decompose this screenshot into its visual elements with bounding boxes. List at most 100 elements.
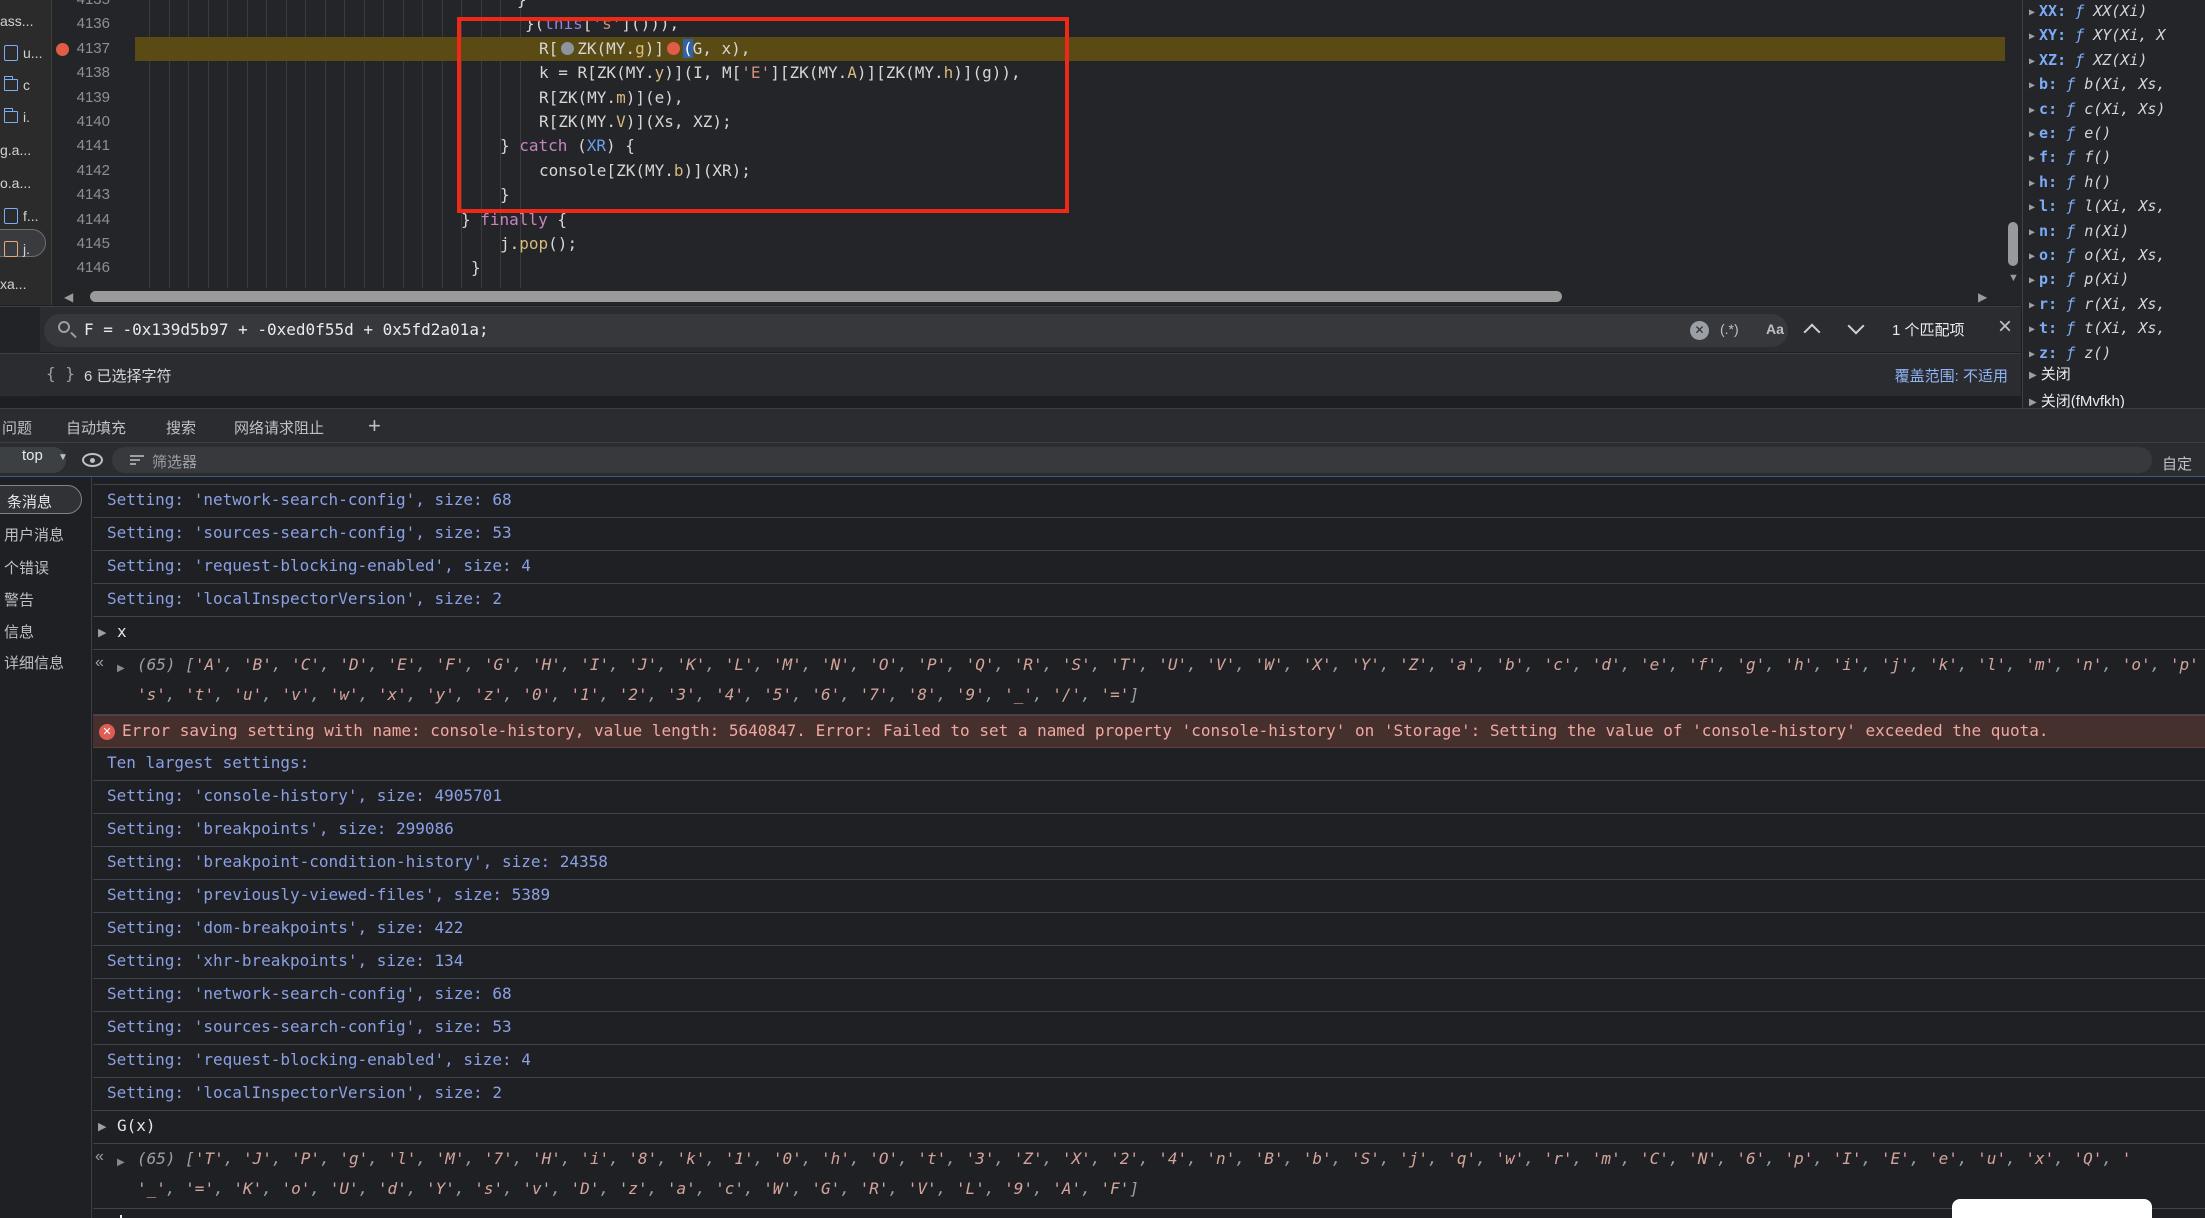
code-line[interactable]: j.pop();	[500, 232, 577, 256]
chevron-down-icon[interactable]: ▼	[58, 452, 68, 463]
file-nav-item[interactable]: f...	[4, 203, 39, 229]
source-editor[interactable]: ass...u...ci.g.a...o.a...f...j.xa... 413…	[0, 0, 2205, 305]
code-line[interactable]: } catch (XR) {	[500, 134, 635, 158]
scope-variable-row[interactable]: ▶r: ƒ r(Xi, Xs,	[2029, 295, 2205, 319]
vertical-scrollbar-thumb[interactable]	[2008, 222, 2018, 266]
console-message-row[interactable]: Setting: 'breakpoint-condition-history',…	[93, 847, 2205, 880]
chevron-right-icon[interactable]: ▶	[2029, 349, 2035, 360]
scroll-right-icon[interactable]: ▶	[1978, 290, 1987, 304]
console-panel[interactable]: 条消息 用户消息个错误警告信息详细信息 Setting: 'xhr-breakp…	[0, 477, 2205, 1218]
drawer-tab-问题[interactable]: 问题	[2, 417, 32, 438]
console-message-row[interactable]: «▶(65) ['A', 'B', 'C', 'D', 'E', 'F', 'G…	[93, 650, 2205, 715]
console-message-row[interactable]: ▶x	[93, 617, 2205, 650]
find-input[interactable]: F = -0x139d5b97 + -0xed0f55d + 0x5fd2a01…	[44, 314, 1788, 347]
scope-variable-row[interactable]: ▶p: ƒ p(Xi)	[2029, 270, 2205, 294]
chevron-right-icon[interactable]: ▶	[2029, 202, 2035, 213]
expand-triangle-icon[interactable]: ▶	[98, 626, 106, 639]
brackets-icon[interactable]: { }	[46, 364, 75, 383]
console-sidebar[interactable]: 条消息 用户消息个错误警告信息详细信息	[0, 477, 92, 1218]
preview-expand-icon[interactable]: ▶	[117, 1157, 125, 1168]
line-number[interactable]: 4136	[52, 12, 110, 36]
file-nav-item[interactable]: o.a...	[0, 170, 31, 196]
line-number[interactable]: 4145	[52, 232, 110, 256]
chevron-right-icon[interactable]: ▶	[2029, 80, 2035, 91]
vertical-scrollbar[interactable]: ▼	[2005, 0, 2021, 305]
expand-triangle-icon[interactable]: ▶	[98, 1120, 106, 1133]
preview-expand-icon[interactable]: ▶	[117, 663, 125, 674]
code-line[interactable]: }(this['s']())),	[525, 12, 679, 36]
chevron-right-icon[interactable]: ▶	[2029, 178, 2035, 189]
horizontal-scrollbar-thumb[interactable]	[90, 291, 1562, 302]
line-number[interactable]: 4144	[52, 208, 110, 232]
console-sidebar-item[interactable]: 个错误	[4, 557, 49, 578]
scope-variable-row[interactable]: ▶n: ƒ n(Xi)	[2029, 222, 2205, 246]
console-filter-input[interactable]: 筛选器	[112, 447, 2152, 473]
scope-variable-row[interactable]: ▶h: ƒ h()	[2029, 173, 2205, 197]
scroll-left-icon[interactable]: ◀	[64, 290, 73, 304]
line-number[interactable]: 4142	[52, 159, 110, 183]
console-sidebar-item-all-messages[interactable]: 条消息	[0, 485, 82, 514]
console-message-row[interactable]: ✕Error saving setting with name: console…	[93, 715, 2205, 748]
chevron-right-icon[interactable]: ▶	[2029, 105, 2035, 116]
console-message-row[interactable]: «▶(65) ['T', 'J', 'P', 'g', 'l', 'M', '7…	[93, 1144, 2205, 1209]
line-number[interactable]: 4141	[52, 134, 110, 158]
scope-pane[interactable]: ▶XX: ƒ XX(Xi)▶XY: ƒ XY(Xi, X▶XZ: ƒ XZ(Xi…	[2022, 0, 2205, 408]
file-nav-item[interactable]: c	[4, 72, 30, 98]
scope-variable-row[interactable]: ▶XX: ƒ XX(Xi)	[2029, 2, 2205, 26]
scroll-down-icon[interactable]: ▼	[2008, 272, 2019, 284]
chevron-right-icon[interactable]: ▶	[2029, 275, 2035, 286]
console-sidebar-item[interactable]: 用户消息	[4, 524, 64, 545]
clear-search-icon[interactable]: ✕	[1690, 321, 1709, 340]
drawer-tab-strip[interactable]: + 问题自动填充搜索网络请求阻止	[0, 408, 2205, 442]
chevron-right-icon[interactable]: ▶	[2029, 129, 2035, 140]
chevron-right-icon[interactable]: ▶	[2029, 300, 2035, 311]
console-message-row[interactable]: Setting: 'localInspectorVersion', size: …	[93, 1078, 2205, 1111]
file-nav-item[interactable]: xa...	[0, 271, 26, 297]
chevron-right-icon[interactable]: ▶	[2029, 153, 2035, 164]
inline-breakpoint-red-icon[interactable]	[667, 42, 680, 55]
console-message-row[interactable]: Setting: 'request-blocking-enabled', siz…	[93, 551, 2205, 584]
scope-variable-row[interactable]: ▶XY: ƒ XY(Xi, X	[2029, 26, 2205, 50]
drawer-tab-搜索[interactable]: 搜索	[166, 417, 196, 438]
match-case-toggle-button[interactable]: Aa	[1766, 321, 1784, 337]
code-line[interactable]: R[ZK(MY.V)](Xs, XZ);	[539, 110, 732, 134]
console-message-row[interactable]: Setting: 'previously-viewed-files', size…	[93, 880, 2205, 913]
chevron-right-icon[interactable]: ▶	[2029, 370, 2037, 381]
chevron-right-icon[interactable]: ▶	[2029, 227, 2035, 238]
scope-variable-row[interactable]: ▶o: ƒ o(Xi, Xs,	[2029, 246, 2205, 270]
custom-levels-dropdown[interactable]: 自定	[2162, 453, 2192, 474]
console-message-row[interactable]: Setting: 'breakpoints', size: 299086	[93, 814, 2205, 847]
code-area[interactable]: }}(this['s']())),R[ZK(MY.g)](G, x),k = R…	[135, 0, 2005, 305]
scope-variable-row[interactable]: ▶XZ: ƒ XZ(Xi)	[2029, 51, 2205, 75]
console-sidebar-item[interactable]: 详细信息	[4, 652, 64, 673]
scope-variable-row[interactable]: ▶c: ƒ c(Xi, Xs)	[2029, 100, 2205, 124]
console-message-row[interactable]: Setting: 'dom-breakpoints', size: 422	[93, 913, 2205, 946]
chevron-right-icon[interactable]: ▶	[2029, 324, 2035, 335]
file-navigator[interactable]: ass...u...ci.g.a...o.a...f...j.xa...	[0, 0, 52, 305]
find-query-text[interactable]: F = -0x139d5b97 + -0xed0f55d + 0x5fd2a01…	[84, 320, 489, 339]
console-sidebar-item[interactable]: 警告	[4, 589, 34, 610]
line-number[interactable]: 4138	[52, 61, 110, 85]
regex-toggle-button[interactable]: (.*)	[1720, 321, 1739, 337]
file-nav-item[interactable]: ass...	[0, 8, 33, 34]
console-message-row[interactable]: Ten largest settings:	[93, 748, 2205, 781]
console-message-row[interactable]: Setting: 'localInspectorVersion', size: …	[93, 584, 2205, 617]
line-number-gutter[interactable]: 4135413641374138413941404141414241434144…	[52, 0, 135, 305]
console-message-row[interactable]: Setting: 'network-search-config', size: …	[93, 485, 2205, 518]
scope-variable-row[interactable]: ▶e: ƒ e()	[2029, 124, 2205, 148]
breakpoint-icon[interactable]	[56, 43, 69, 56]
line-number[interactable]: 4135	[52, 0, 110, 12]
horizontal-scrollbar[interactable]: ◀ ▶	[52, 288, 2005, 305]
console-message-row[interactable]: Setting: 'sources-search-config', size: …	[93, 518, 2205, 551]
chevron-right-icon[interactable]: ▶	[2029, 7, 2035, 18]
code-line[interactable]: } finally {	[461, 208, 567, 232]
console-sidebar-item[interactable]: 信息	[4, 621, 34, 642]
drawer-tab-网络请求阻止[interactable]: 网络请求阻止	[234, 417, 324, 438]
previous-match-icon[interactable]	[1804, 324, 1821, 341]
file-nav-item[interactable]: j.	[4, 236, 30, 262]
drawer-tab-自动填充[interactable]: 自动填充	[66, 417, 126, 438]
file-nav-item[interactable]: u...	[4, 40, 42, 66]
console-message-row[interactable]: Setting: 'network-search-config', size: …	[93, 979, 2205, 1012]
code-line[interactable]: R[ZK(MY.g)](G, x),	[539, 37, 750, 61]
file-nav-item[interactable]: i.	[4, 104, 30, 130]
